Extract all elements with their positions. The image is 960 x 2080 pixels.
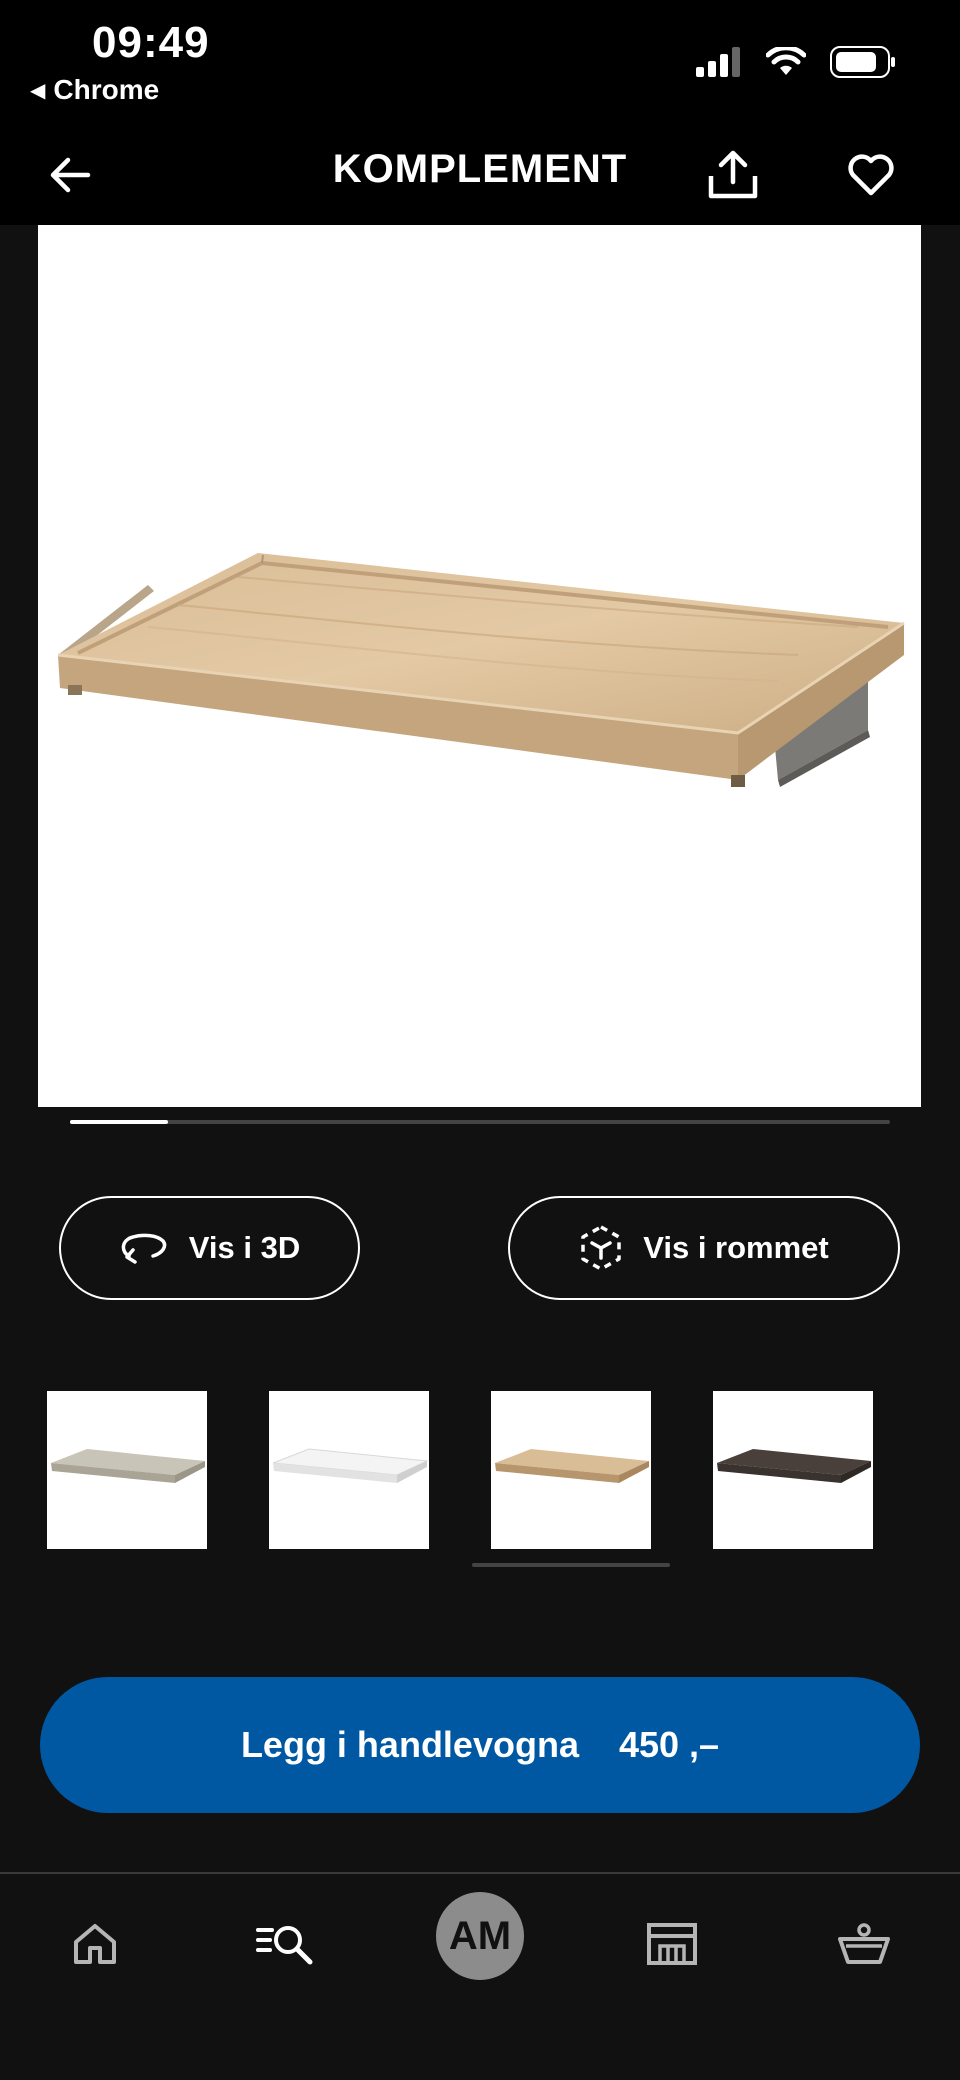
share-icon bbox=[708, 150, 758, 199]
ar-cube-icon bbox=[581, 1225, 621, 1271]
gallery-progress-track bbox=[70, 1120, 890, 1124]
add-to-cart-label: Legg i handlevogna bbox=[240, 1724, 579, 1765]
share-button[interactable] bbox=[703, 145, 763, 205]
view-in-3d-button[interactable]: Vis i 3D bbox=[59, 1196, 360, 1300]
favorite-button[interactable] bbox=[841, 145, 901, 205]
store-icon bbox=[647, 1923, 697, 1965]
battery-icon bbox=[830, 46, 895, 78]
nav-cart[interactable] bbox=[824, 1904, 904, 1984]
product-image[interactable] bbox=[38, 225, 921, 1107]
basket-icon bbox=[838, 1923, 890, 1964]
variant-thumb-white[interactable] bbox=[269, 1391, 429, 1549]
view-in-3d-label: Vis i 3D bbox=[188, 1230, 301, 1265]
variant-tray-image bbox=[495, 1449, 649, 1483]
back-to-app-link[interactable]: ◀ Chrome bbox=[30, 74, 159, 106]
bottom-navigation: AM bbox=[0, 1872, 960, 2080]
variant-tray-image bbox=[51, 1449, 205, 1483]
gallery-progress-fill bbox=[70, 1120, 169, 1124]
status-bar: 09:49 ◀ Chrome bbox=[0, 0, 960, 135]
profile-avatar[interactable]: AM bbox=[436, 1892, 524, 1980]
view-in-room-label: Vis i rommet bbox=[643, 1230, 829, 1265]
home-icon bbox=[74, 1924, 116, 1964]
nav-store[interactable] bbox=[632, 1904, 712, 1984]
view-in-room-button[interactable]: Vis i rommet bbox=[508, 1196, 900, 1300]
system-icons bbox=[696, 46, 896, 78]
variant-thumb-grey-beige[interactable] bbox=[47, 1391, 207, 1549]
variant-tray-image bbox=[272, 1448, 429, 1483]
variant-tray-image bbox=[717, 1449, 871, 1483]
nav-search[interactable] bbox=[246, 1904, 326, 1984]
price-label: 450 ,– bbox=[618, 1724, 720, 1765]
nav-home[interactable] bbox=[55, 1904, 135, 1984]
search-list-icon bbox=[256, 1926, 313, 1965]
variant-thumb-dark-brown[interactable] bbox=[713, 1391, 873, 1549]
back-triangle-icon: ◀ bbox=[30, 79, 46, 102]
pull-out-tray-illustration bbox=[57, 553, 905, 787]
page-title: KOMPLEMENT bbox=[332, 147, 628, 191]
signal-icon bbox=[696, 47, 740, 77]
wifi-icon bbox=[766, 47, 806, 75]
variant-thumb-white-stained-oak[interactable] bbox=[491, 1391, 651, 1549]
status-time: 09:49 bbox=[92, 18, 210, 67]
heart-icon bbox=[848, 154, 894, 196]
selected-variant-indicator bbox=[472, 1563, 670, 1567]
top-app-bar: KOMPLEMENT bbox=[0, 125, 960, 225]
add-to-cart-button[interactable]: Legg i handlevogna 450 ,– bbox=[40, 1677, 920, 1813]
back-app-label: Chrome bbox=[53, 74, 160, 105]
rotate-3d-icon bbox=[121, 1233, 167, 1264]
